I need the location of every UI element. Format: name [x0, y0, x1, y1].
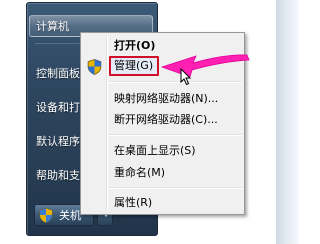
- screenshot-stage: 计算机 控制面板 设备和打 默认程序 帮助和支 关机 打开(O) 管理(G) 映…: [0, 0, 299, 244]
- context-menu: 打开(O) 管理(G) 映射网络驱动器(N)... 断开网络驱动器(C)... …: [80, 32, 245, 215]
- menu-item-manage[interactable]: 管理(G): [114, 56, 153, 76]
- menu-separator: [109, 81, 242, 83]
- mouse-cursor-icon: [180, 68, 192, 86]
- start-item-control-panel[interactable]: 控制面板: [36, 65, 80, 81]
- menu-separator: [109, 187, 242, 189]
- start-item-default-programs[interactable]: 默认程序: [36, 133, 80, 149]
- menu-separator: [109, 134, 242, 136]
- menu-item-open[interactable]: 打开(O): [114, 36, 155, 56]
- menu-icon-gutter: [106, 35, 108, 212]
- desktop-edge: [276, 0, 299, 244]
- menu-item-map-network-drive[interactable]: 映射网络驱动器(N)...: [114, 89, 218, 109]
- menu-item-disconnect-network-drive[interactable]: 断开网络驱动器(C)...: [114, 110, 218, 130]
- uac-shield-icon: [87, 59, 102, 75]
- start-item-help-support[interactable]: 帮助和支: [36, 167, 80, 183]
- menu-item-properties[interactable]: 属性(R): [114, 193, 152, 213]
- uac-shield-icon: [39, 208, 53, 223]
- start-item-devices-printers[interactable]: 设备和打: [36, 99, 80, 115]
- menu-item-rename[interactable]: 重命名(M): [114, 163, 165, 183]
- shutdown-label: 关机: [59, 209, 81, 222]
- menu-item-show-on-desktop[interactable]: 在桌面上显示(S): [114, 141, 196, 161]
